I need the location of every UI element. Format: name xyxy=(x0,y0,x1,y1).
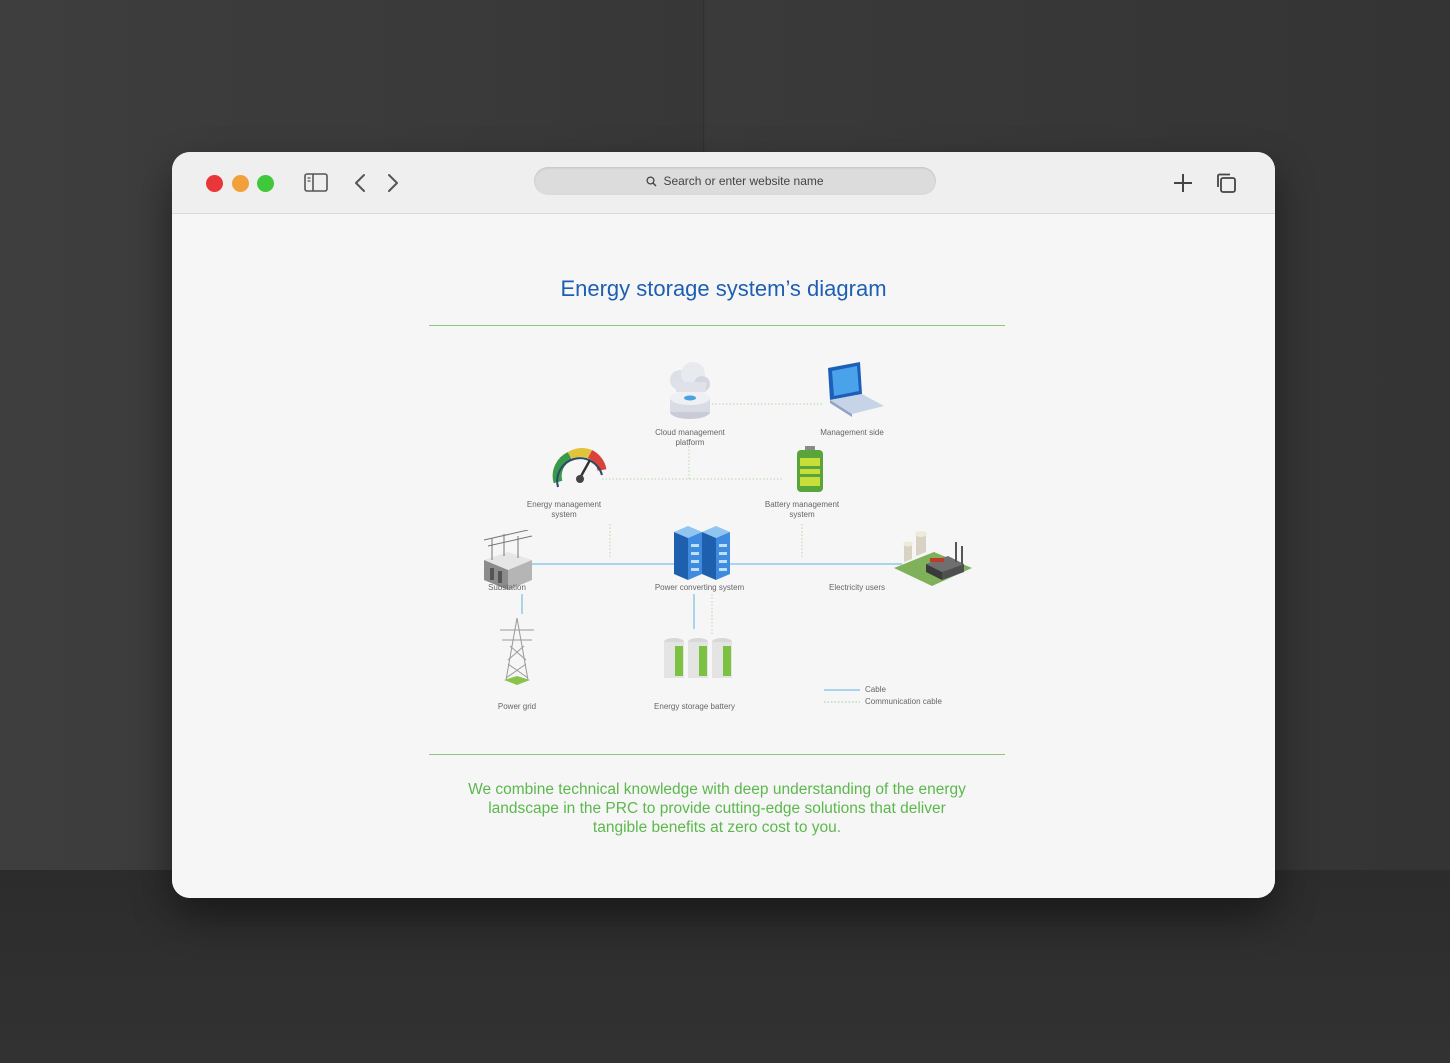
gauge-icon xyxy=(552,448,607,488)
cloud-management-label: Cloud management platform xyxy=(655,428,725,447)
energy-storage-diagram: Cloud management platform Management sid… xyxy=(462,354,982,724)
cloud-server-icon xyxy=(670,362,710,419)
tagline-text: We combine technical knowledge with deep… xyxy=(468,781,966,836)
maximize-window-button[interactable] xyxy=(257,175,274,192)
laptop-icon xyxy=(828,362,884,417)
legend-communication-cable-label: Communication cable xyxy=(865,697,942,706)
power-grid-label: Power grid xyxy=(497,702,537,711)
top-divider xyxy=(429,325,1005,326)
substation-label: Substation xyxy=(488,583,526,592)
pcs-label: Power converting system xyxy=(654,583,745,592)
power-converter-icon xyxy=(674,526,730,580)
management-side-label: Management side xyxy=(820,428,884,437)
sidebar-toggle-icon[interactable] xyxy=(304,173,328,192)
address-placeholder: Search or enter website name xyxy=(663,174,824,188)
electricity-users-label: Electricity users xyxy=(828,583,885,592)
minimize-window-button[interactable] xyxy=(232,175,249,192)
back-icon[interactable] xyxy=(353,173,367,193)
close-window-button[interactable] xyxy=(206,175,223,192)
power-tower-icon xyxy=(500,617,534,685)
page-content: Energy storage system’s diagram Cloud ma… xyxy=(172,214,1275,898)
legend-cable-label: Cable xyxy=(865,685,886,694)
battery-management-label: Battery management system xyxy=(764,500,840,519)
address-bar[interactable]: Search or enter website name xyxy=(534,167,936,195)
browser-toolbar: Search or enter website name xyxy=(172,152,1275,214)
browser-window: Search or enter website name Energy stor… xyxy=(172,152,1275,898)
energy-storage-battery-label: Energy storage battery xyxy=(654,702,735,711)
new-tab-icon[interactable] xyxy=(1172,172,1194,194)
factory-icon xyxy=(894,531,972,586)
bottom-divider xyxy=(429,754,1005,755)
search-icon xyxy=(646,175,657,186)
energy-management-label: Energy management system xyxy=(526,500,602,519)
forward-icon[interactable] xyxy=(386,173,400,193)
tab-overview-icon[interactable] xyxy=(1215,172,1237,194)
battery-pack-icon xyxy=(664,638,732,678)
battery-icon xyxy=(797,446,823,492)
page-title: Energy storage system’s diagram xyxy=(560,276,887,301)
